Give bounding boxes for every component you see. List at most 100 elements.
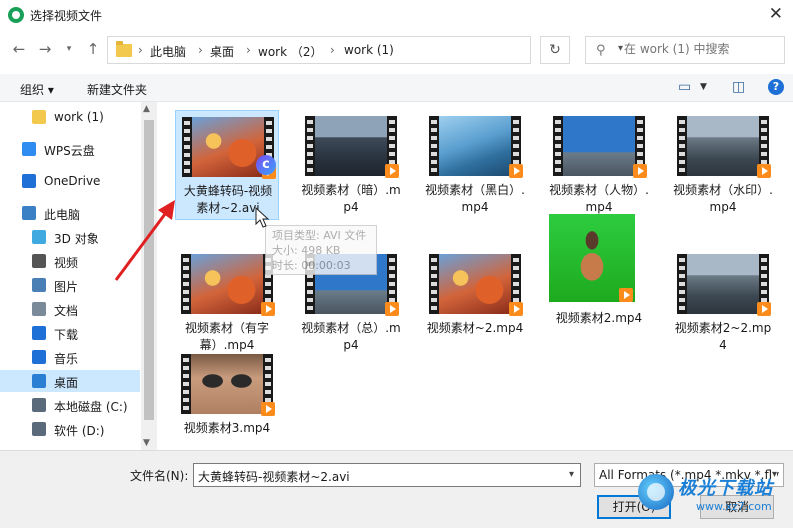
file-item[interactable]: 视频素材（人物）.mp4 bbox=[547, 110, 651, 220]
file-item[interactable]: 视频素材（有字幕）.mp4 bbox=[175, 248, 279, 358]
recent-locations-icon[interactable]: ▾ bbox=[58, 38, 80, 60]
file-name: 视频素材（总）.mp4 bbox=[301, 321, 401, 352]
chevron-right-icon[interactable]: › bbox=[246, 43, 251, 57]
sidebar-item-label: 视频 bbox=[54, 256, 79, 270]
sidebar-scrollbar[interactable]: ▲ ▼ bbox=[141, 102, 157, 450]
sidebar-item-label: 软件 (D:) bbox=[54, 424, 105, 438]
sidebar-item[interactable]: 3D 对象 bbox=[0, 226, 140, 248]
play-badge-icon bbox=[619, 288, 633, 302]
sidebar-item[interactable]: 桌面 bbox=[0, 370, 140, 392]
play-badge-icon bbox=[385, 302, 399, 316]
video-thumbnail bbox=[677, 254, 769, 314]
sidebar-item-label: 本地磁盘 (C:) bbox=[54, 400, 128, 414]
forward-arrow-icon[interactable]: → bbox=[34, 38, 56, 60]
back-arrow-icon[interactable]: ← bbox=[8, 38, 30, 60]
file-item[interactable]: 视频素材2~2.mp4 bbox=[671, 248, 775, 358]
tooltip-type: 项目类型: AVI 文件 bbox=[272, 229, 367, 242]
navigation-pane: work (1) WPS云盘 OneDrive 此电脑 3D 对象视频图片文档下载音乐桌… bbox=[0, 102, 157, 450]
view-options-icon[interactable]: ▭ bbox=[678, 79, 691, 95]
play-badge-icon bbox=[757, 164, 771, 178]
window-title: 选择视频文件 bbox=[30, 9, 103, 23]
filename-field[interactable]: 大黄蜂转码-视频素材~2.avi ▾ bbox=[193, 463, 581, 487]
watermark: 极光下载站 www.xz7.com bbox=[636, 470, 793, 528]
chevron-down-icon[interactable]: ▼ bbox=[700, 82, 707, 92]
breadcrumb-work-1[interactable]: work (1) bbox=[344, 43, 394, 57]
search-box[interactable]: ⚲ bbox=[585, 36, 785, 64]
folder-icon bbox=[32, 110, 46, 124]
file-name: 视频素材（人物）.mp4 bbox=[549, 183, 649, 214]
sidebar-item[interactable]: 此电脑 bbox=[0, 202, 140, 224]
sidebar-item[interactable]: 文档 bbox=[0, 298, 140, 320]
search-input[interactable] bbox=[624, 42, 779, 56]
sidebar-item-label: work (1) bbox=[54, 110, 104, 124]
picture-icon bbox=[32, 278, 46, 292]
file-name: 大黄蜂转码-视频素材~2.avi bbox=[183, 184, 273, 215]
organize-menu[interactable]: 组织 ▾ bbox=[20, 81, 54, 98]
refresh-button[interactable]: ↻ bbox=[540, 36, 570, 64]
document-icon bbox=[32, 302, 46, 316]
sidebar-item-label: 音乐 bbox=[54, 352, 79, 366]
file-item[interactable]: 视频素材（黑白）.mp4 bbox=[423, 110, 527, 220]
desktop-icon bbox=[32, 374, 46, 388]
up-arrow-icon[interactable]: ↑ bbox=[82, 38, 104, 60]
thumbnail-image bbox=[192, 117, 264, 177]
breadcrumb-desktop[interactable]: 桌面 bbox=[210, 43, 234, 60]
scrollbar-thumb[interactable] bbox=[144, 120, 154, 420]
play-badge-icon bbox=[509, 302, 523, 316]
sidebar-item[interactable]: work (1) bbox=[0, 106, 140, 128]
file-item[interactable]: 视频素材（暗）.mp4 bbox=[299, 110, 403, 220]
breadcrumb-this-pc[interactable]: 此电脑 bbox=[150, 43, 186, 60]
video-thumbnail bbox=[553, 116, 645, 176]
file-name: 视频素材（暗）.mp4 bbox=[301, 183, 401, 214]
file-item[interactable]: 视频素材（水印）.mp4 bbox=[671, 110, 775, 220]
new-folder-button[interactable]: 新建文件夹 bbox=[87, 81, 147, 98]
sidebar-item[interactable]: 视频 bbox=[0, 250, 140, 272]
file-item[interactable]: 视频素材3.mp4 bbox=[175, 348, 279, 458]
file-item[interactable]: 视频素材~2.mp4 bbox=[423, 248, 527, 358]
preview-pane-icon[interactable]: ◫ bbox=[732, 79, 745, 95]
chevron-up-icon[interactable]: ▲ bbox=[143, 104, 150, 114]
file-name: 视频素材3.mp4 bbox=[183, 421, 271, 435]
sidebar-item[interactable]: 图片 bbox=[0, 274, 140, 296]
breadcrumb-work-2[interactable]: work （2） bbox=[258, 43, 323, 60]
music-icon bbox=[32, 350, 46, 364]
address-bar[interactable]: › 此电脑 › 桌面 › work （2） › work (1) ▾ bbox=[107, 36, 623, 64]
file-item[interactable]: c 大黄蜂转码-视频素材~2.avi bbox=[175, 110, 279, 220]
thumbnail-image bbox=[439, 254, 511, 314]
close-icon[interactable]: ✕ bbox=[769, 4, 783, 24]
sidebar-item[interactable]: 下载 bbox=[0, 322, 140, 344]
filename-value[interactable]: 大黄蜂转码-视频素材~2.avi bbox=[198, 468, 350, 485]
drive-d-icon bbox=[32, 422, 46, 436]
chevron-down-icon[interactable]: ▼ bbox=[143, 438, 150, 448]
sidebar-item[interactable]: OneDrive bbox=[0, 170, 140, 192]
command-bar: 组织 ▾ 新建文件夹 ▭ ▼ ◫ ? bbox=[0, 74, 793, 102]
chevron-right-icon[interactable]: › bbox=[138, 43, 143, 57]
video-thumbnail bbox=[305, 116, 397, 176]
thumbnail-image bbox=[687, 116, 759, 176]
navigation-bar: ← → ▾ ↑ › 此电脑 › 桌面 › work （2） › work (1)… bbox=[0, 32, 793, 68]
cube-icon bbox=[32, 230, 46, 244]
watermark-url: www.xz7.com bbox=[696, 500, 772, 513]
tooltip-duration: 时长: 00:00:03 bbox=[272, 259, 351, 272]
thumbnail-image bbox=[191, 354, 263, 414]
sidebar-item-label: 图片 bbox=[54, 280, 79, 294]
file-name: 视频素材~2.mp4 bbox=[426, 321, 524, 335]
file-name: 视频素材2.mp4 bbox=[555, 311, 643, 325]
chevron-right-icon[interactable]: › bbox=[198, 43, 203, 57]
sidebar-item[interactable]: WPS云盘 bbox=[0, 138, 140, 160]
file-item[interactable]: 视频素材2.mp4 bbox=[547, 214, 651, 344]
chevron-right-icon[interactable]: › bbox=[330, 43, 335, 57]
sidebar-item-label: 文档 bbox=[54, 304, 79, 318]
sidebar-item[interactable]: 软件 (D:) bbox=[0, 418, 140, 440]
app-icon bbox=[8, 7, 24, 23]
play-badge-icon bbox=[633, 164, 647, 178]
app-badge-icon: c bbox=[256, 155, 276, 175]
file-list: c 大黄蜂转码-视频素材~2.avi 视频素材（暗）.mp4 视频素材（黑白）.mp4… bbox=[157, 102, 793, 450]
sidebar-item[interactable]: 音乐 bbox=[0, 346, 140, 368]
film-strip-icon bbox=[182, 117, 192, 177]
help-icon[interactable]: ? bbox=[768, 79, 784, 95]
play-badge-icon bbox=[757, 302, 771, 316]
chevron-down-icon[interactable]: ▾ bbox=[569, 469, 574, 480]
thumbnail-image bbox=[687, 254, 759, 314]
sidebar-item[interactable]: 本地磁盘 (C:) bbox=[0, 394, 140, 416]
